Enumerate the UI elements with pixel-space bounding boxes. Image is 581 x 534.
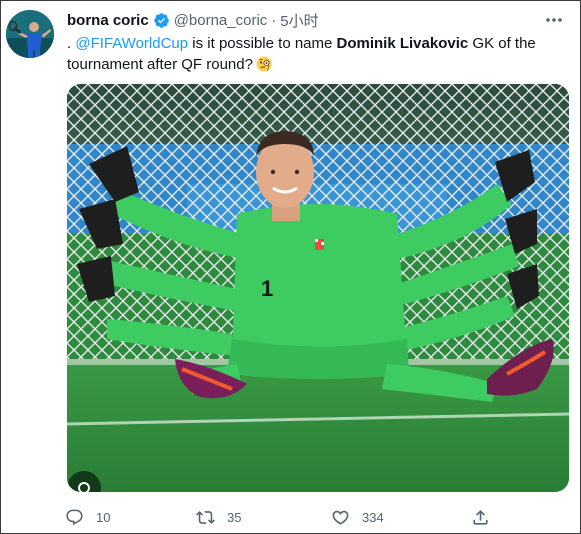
reply-count: 10	[96, 509, 111, 525]
reply-button[interactable]: 10	[65, 506, 110, 528]
text-middle: is it possible to name	[188, 35, 337, 52]
retweet-icon	[196, 510, 215, 524]
author-avatar[interactable]	[6, 10, 54, 58]
retweet-button[interactable]: 35	[196, 506, 241, 528]
more-dots-icon	[546, 18, 562, 22]
heart-icon	[332, 510, 349, 525]
like-count: 334	[362, 509, 384, 525]
tweet-text: . @FIFAWorldCup is it possible to name D…	[67, 33, 567, 75]
like-button[interactable]: 334	[331, 506, 384, 528]
action-bar: 10 35 334	[65, 506, 495, 528]
tweet-photo[interactable]: 1	[67, 84, 569, 492]
share-button[interactable]	[471, 506, 502, 528]
separator-dot: ·	[271, 11, 277, 29]
more-options-button[interactable]	[544, 11, 564, 29]
tweet-header: borna coric @borna_coric · 5小时	[67, 10, 319, 31]
author-name[interactable]: borna coric	[67, 12, 149, 29]
reply-icon	[66, 509, 83, 525]
text-bold-name: Dominik Livakovic	[336, 35, 469, 52]
share-icon	[473, 509, 488, 525]
shirt-number: 1	[261, 276, 273, 301]
retweet-count: 35	[227, 509, 242, 525]
tweet-card[interactable]: borna coric @borna_coric · 5小时 . @FIFAWo…	[0, 0, 581, 534]
verified-badge-icon	[153, 12, 170, 29]
author-handle[interactable]: @borna_coric	[174, 12, 268, 29]
mention-link[interactable]: @FIFAWorldCup	[75, 35, 188, 52]
monocle-emoji-icon	[256, 56, 272, 72]
tweet-timestamp[interactable]: 5小时	[280, 10, 318, 31]
